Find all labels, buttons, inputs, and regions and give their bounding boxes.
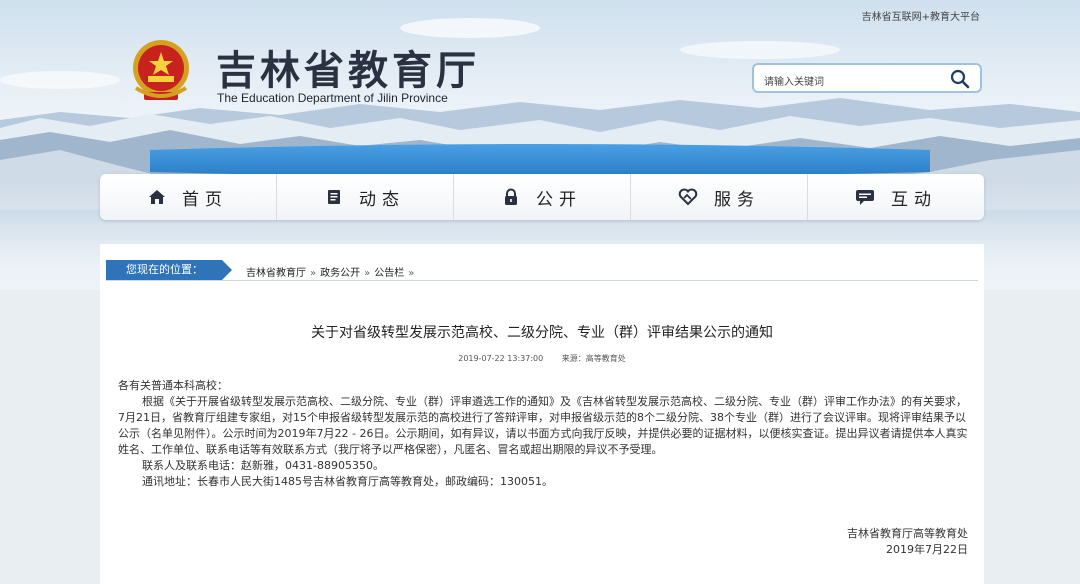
handshake-heart-icon [678, 188, 698, 206]
search-icon[interactable] [950, 69, 970, 89]
article-date: 2019-07-22 13:37:00 [458, 354, 544, 363]
breadcrumb-item[interactable]: 公告栏 [374, 268, 404, 279]
article-source: 来源：高等教育处 [561, 354, 626, 363]
search-input[interactable]: 请输入关键词 [764, 73, 824, 88]
lock-icon [505, 188, 517, 205]
home-icon [149, 190, 165, 204]
sign-date: 2019年7月22日 [886, 543, 968, 556]
nav-interact[interactable]: 互动 [808, 174, 984, 220]
national-emblem-logo [130, 38, 192, 104]
signature-block: 吉林省教育厅高等教育处 2019年7月22日 [847, 526, 968, 558]
nav-news[interactable]: 动态 [277, 174, 454, 220]
breadcrumb-separator: » [408, 268, 415, 279]
article-title: 关于对省级转型发展示范高校、二级分院、专业（群）评审结果公示的通知 [311, 325, 773, 341]
breadcrumb-separator: » [364, 268, 371, 279]
top-links[interactable]: 吉林省互联网+教育大平台 [862, 8, 980, 23]
site-title[interactable]: 吉林省教育厅 [216, 38, 480, 96]
address-line: 通讯地址：长春市人民大街1485号吉林省教育厅高等教育处，邮政编码：130051… [142, 475, 553, 488]
nav-public[interactable]: 公开 [454, 174, 631, 220]
breadcrumb-item[interactable]: 政务公开 [320, 268, 360, 279]
article-body: 各有关普通本科高校： 根据《关于开展省级转型发展示范高校、二级分院、专业（群）评… [118, 378, 970, 490]
contact-line: 联系人及联系电话：赵新雅，0431-88905350。 [142, 459, 384, 472]
breadcrumb-separator: » [310, 268, 317, 279]
nav-home[interactable]: 首页 [100, 174, 277, 220]
site-title-english: The Education Department of Jilin Provin… [217, 91, 448, 105]
nav-label: 互动 [891, 189, 937, 210]
nav-service[interactable]: 服务 [631, 174, 808, 220]
nav-label: 动态 [359, 189, 405, 210]
greeting: 各有关普通本科高校： [118, 379, 228, 392]
nav-label: 首页 [182, 189, 228, 210]
breadcrumb: 您现在的位置： 吉林省教育厅» 政务公开» 公告栏» [106, 260, 978, 281]
sign-org: 吉林省教育厅高等教育处 [847, 527, 968, 540]
main-nav: 首页 动态 公开 服务 互动 [100, 174, 984, 220]
breadcrumb-lead: 您现在的位置： [106, 260, 232, 280]
article-panel: 您现在的位置： 吉林省教育厅» 政务公开» 公告栏» 关于对省级转型发展示范高校、二… [100, 244, 984, 584]
article-meta: 2019-07-22 13:37:00 来源：高等教育处 [100, 353, 984, 364]
nav-label: 服务 [714, 189, 760, 210]
paragraph: 根据《关于开展省级转型发展示范高校、二级分院、专业（群）评审遴选工作的通知》及《… [118, 395, 968, 456]
document-icon [328, 190, 340, 204]
search-box[interactable]: 请输入关键词 [752, 63, 982, 93]
nav-label: 公开 [536, 189, 582, 210]
chat-icon [856, 190, 874, 205]
breadcrumb-item[interactable]: 吉林省教育厅 [246, 268, 306, 279]
